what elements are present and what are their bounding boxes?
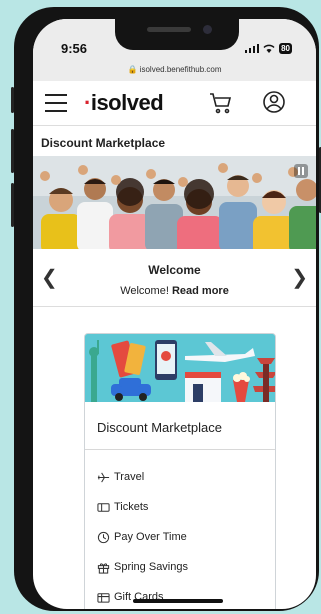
category-label: Spring Savings	[114, 561, 188, 573]
welcome-carousel: ❮ Welcome Welcome! Read more ❯	[33, 251, 316, 307]
read-more-link[interactable]: Read more	[172, 285, 229, 297]
ticket-icon	[97, 502, 110, 512]
status-time: 9:56	[61, 41, 88, 56]
carousel-title: Welcome	[148, 263, 201, 277]
people-celebrating-illustration	[33, 156, 316, 249]
category-label: Tickets	[114, 501, 149, 513]
card-divider	[85, 449, 275, 450]
category-pay-over-time[interactable]: Pay Over Time	[97, 522, 188, 552]
carousel-body: Welcome! Read more	[33, 285, 316, 297]
card-title: Discount Marketplace	[97, 420, 222, 435]
phone-frame: 9:56 80 🔒 isolved.benefithub.com ·isolve…	[11, 7, 321, 611]
category-list: Travel Tickets Pay Over Time Spring Savi…	[97, 462, 188, 609]
home-indicator[interactable]	[133, 599, 223, 603]
gift-icon	[97, 562, 110, 574]
category-spring-savings[interactable]: Spring Savings	[97, 552, 188, 582]
hamburger-menu-icon[interactable]	[45, 94, 67, 112]
airplane-icon	[97, 472, 110, 482]
wifi-icon	[263, 44, 275, 53]
lock-icon: 🔒	[127, 65, 138, 74]
clock-icon	[97, 531, 110, 543]
travel-illustration	[85, 334, 275, 402]
site-header: ·isolved	[33, 81, 316, 126]
user-account-icon[interactable]	[262, 90, 286, 114]
status-icons: 80	[245, 43, 292, 54]
isolved-logo[interactable]: ·isolved	[84, 90, 164, 116]
screen: 9:56 80 🔒 isolved.benefithub.com ·isolve…	[33, 19, 316, 609]
category-travel[interactable]: Travel	[97, 462, 188, 492]
signal-icon	[245, 44, 260, 53]
cart-icon[interactable]	[209, 91, 233, 115]
volume-up-button	[11, 129, 14, 173]
front-camera	[203, 25, 212, 34]
speaker	[147, 27, 191, 32]
mute-switch	[11, 87, 14, 113]
gift-card-icon	[97, 592, 110, 603]
category-label: Pay Over Time	[114, 531, 187, 543]
category-tickets[interactable]: Tickets	[97, 492, 188, 522]
notch	[115, 19, 239, 50]
url-bar[interactable]: 🔒 isolved.benefithub.com	[33, 65, 316, 74]
page-title: Discount Marketplace	[41, 136, 166, 150]
pause-button[interactable]	[294, 164, 308, 178]
hero-banner-image	[33, 156, 316, 249]
url-text: isolved.benefithub.com	[139, 65, 222, 74]
volume-down-button	[11, 183, 14, 227]
battery-icon: 80	[279, 43, 292, 54]
carousel-next-chevron-icon[interactable]: ❯	[291, 265, 308, 290]
category-gift-cards[interactable]: Gift Cards	[97, 582, 188, 609]
carousel-body-text: Welcome!	[120, 285, 169, 297]
discount-marketplace-card[interactable]: Discount Marketplace Travel Tickets Pay …	[84, 333, 276, 609]
category-label: Travel	[114, 471, 145, 483]
